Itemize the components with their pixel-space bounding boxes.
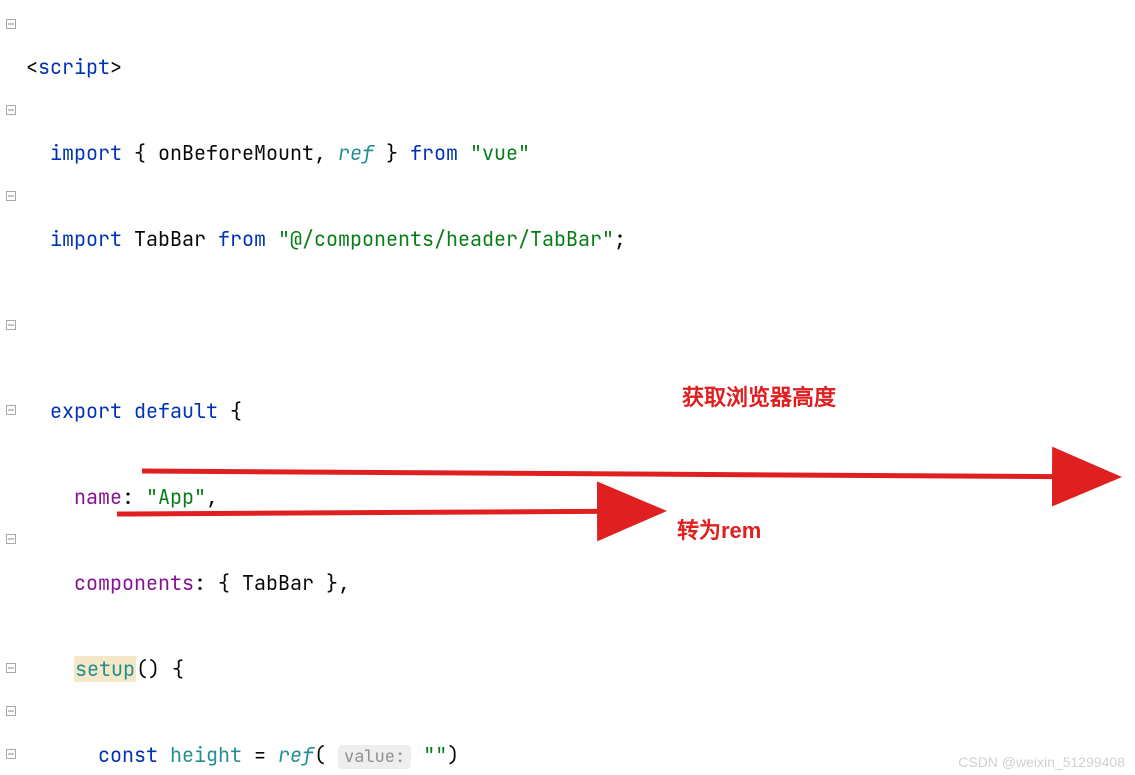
code-line: name: "App", xyxy=(26,476,1135,519)
code-line: setup() { xyxy=(26,648,1135,691)
code-editor[interactable]: <script> import { onBeforeMount, ref } f… xyxy=(22,0,1135,775)
code-line: import { onBeforeMount, ref } from "vue" xyxy=(26,132,1135,175)
gutter xyxy=(0,0,22,775)
annotation-label: 转为rem xyxy=(677,518,761,544)
watermark: CSDN @weixin_51299408 xyxy=(958,755,1125,769)
fold-icon[interactable] xyxy=(6,405,16,415)
code-line xyxy=(26,304,1135,347)
code-line: components: { TabBar }, xyxy=(26,562,1135,605)
fold-icon[interactable] xyxy=(6,320,16,330)
fold-icon[interactable] xyxy=(6,749,16,759)
code-line: export default { xyxy=(26,390,1135,433)
inlay-hint: value: xyxy=(338,745,411,769)
code-line: import TabBar from "@/components/header/… xyxy=(26,218,1135,261)
code-line: <script> xyxy=(26,46,1135,89)
fold-icon[interactable] xyxy=(6,105,16,115)
fold-icon[interactable] xyxy=(6,534,16,544)
fold-icon[interactable] xyxy=(6,706,16,716)
fold-icon[interactable] xyxy=(6,663,16,673)
fold-icon[interactable] xyxy=(6,19,16,29)
annotation-label: 获取浏览器高度 xyxy=(682,385,836,411)
fold-icon[interactable] xyxy=(6,191,16,201)
